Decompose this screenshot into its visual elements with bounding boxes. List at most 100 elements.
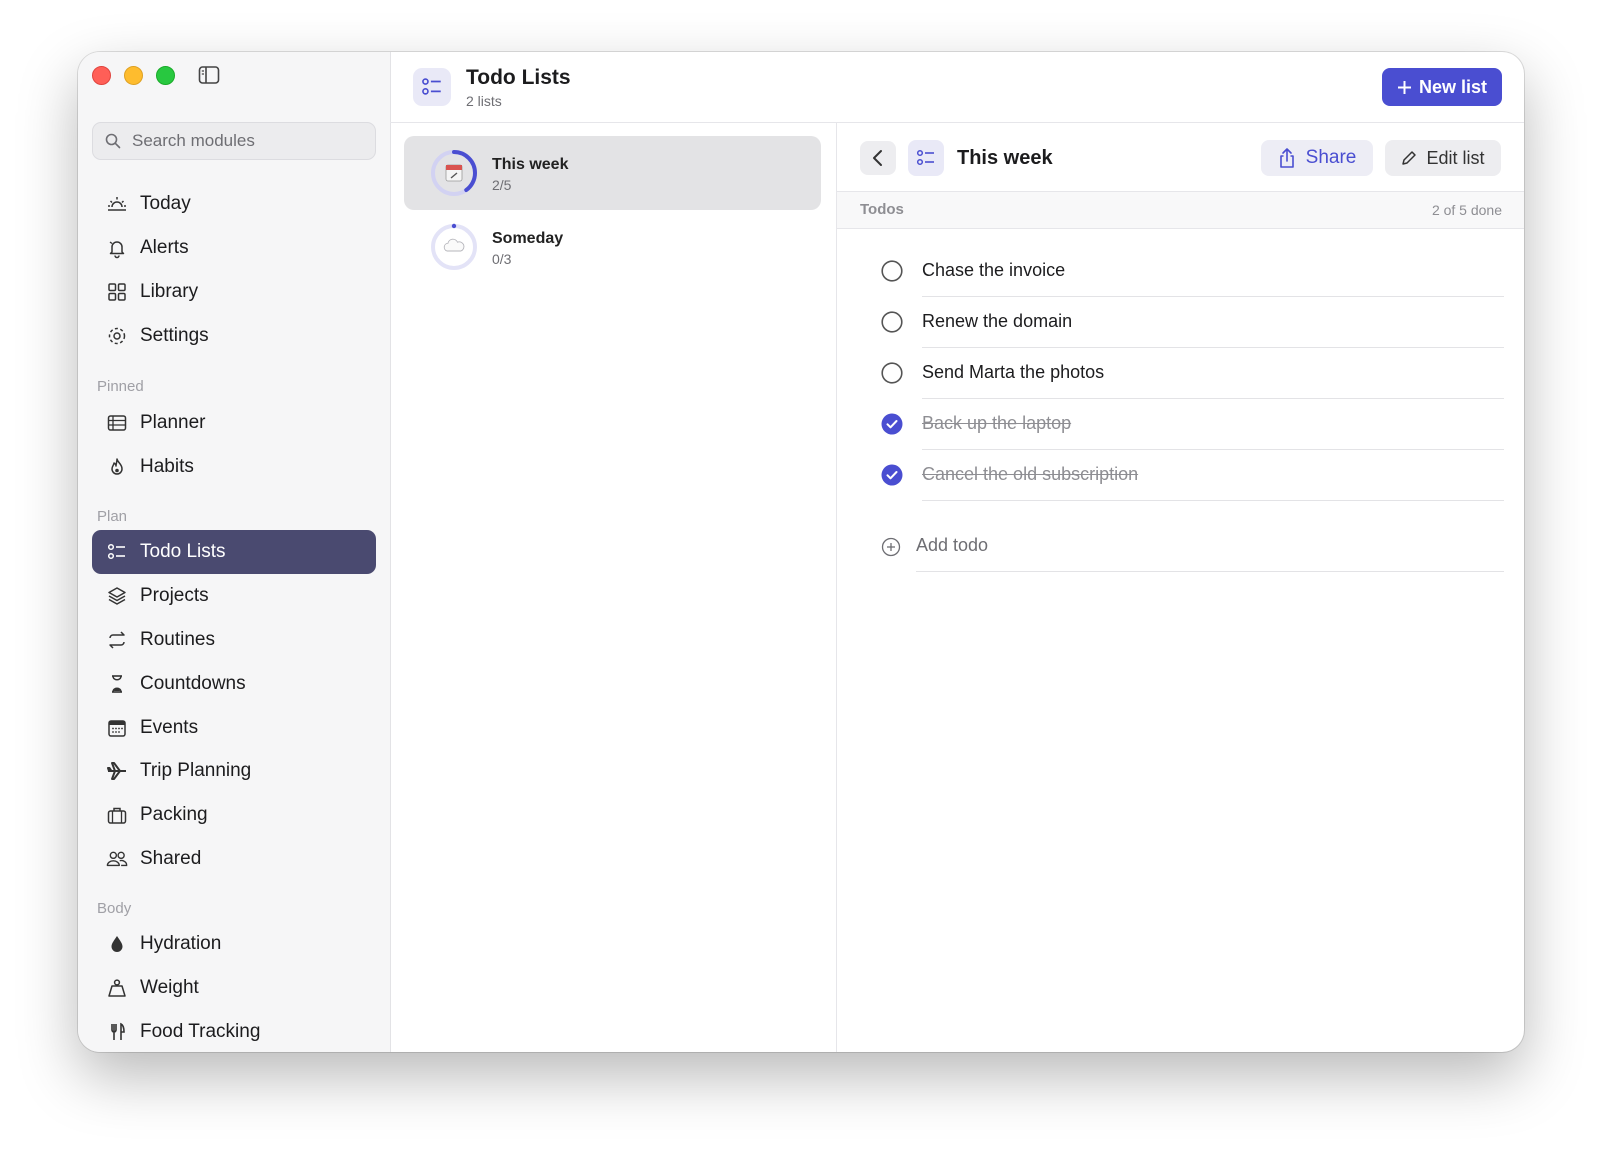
layers-icon xyxy=(106,585,128,607)
sidebar-item-planner[interactable]: Planner xyxy=(92,401,376,445)
todo-text: Cancel the old subscription xyxy=(922,464,1139,484)
sidebar-item-label: Weight xyxy=(140,977,199,998)
share-icon xyxy=(1279,148,1294,168)
sidebar-item-today[interactable]: Today xyxy=(92,182,376,226)
sidebar-item-label: Food Tracking xyxy=(140,1021,261,1042)
section-label-pinned: Pinned xyxy=(97,378,144,395)
sidebar-item-alerts[interactable]: Alerts xyxy=(92,226,376,270)
sidebar-item-label: Alerts xyxy=(140,237,189,258)
calendar-icon xyxy=(445,164,463,182)
chevron-left-icon xyxy=(873,150,882,166)
checked-circle-icon[interactable] xyxy=(881,464,903,486)
sidebar-item-label: Library xyxy=(140,281,199,302)
gear-icon xyxy=(106,325,128,347)
progress-ring xyxy=(431,223,477,270)
todo-item[interactable]: Back up the laptop xyxy=(881,399,1504,450)
todo-item[interactable]: Chase the invoice xyxy=(881,246,1504,297)
list-item-this-week[interactable]: This week 2/5 xyxy=(404,136,821,210)
add-todo-label: Add todo xyxy=(916,535,989,555)
sidebar-item-library[interactable]: Library xyxy=(92,270,376,314)
search-icon xyxy=(105,133,121,149)
suitcase-icon xyxy=(106,804,128,826)
repeat-icon xyxy=(106,629,128,651)
bell-icon xyxy=(106,237,128,259)
page-title: Todo Lists xyxy=(466,66,571,89)
grid-icon xyxy=(106,281,128,303)
todo-text: Back up the laptop xyxy=(922,413,1072,433)
sidebar-item-label: Trip Planning xyxy=(140,760,252,781)
sidebar-item-label: Habits xyxy=(140,456,194,477)
detail-title: This week xyxy=(957,147,1053,169)
share-label: Share xyxy=(1305,147,1357,168)
minimize-window-button[interactable] xyxy=(124,66,143,85)
sidebar-item-label: Routines xyxy=(140,629,215,650)
checked-circle-icon[interactable] xyxy=(881,413,903,435)
todo-text: Send Marta the photos xyxy=(922,362,1105,382)
checklist-icon xyxy=(106,541,128,563)
unchecked-circle-icon[interactable] xyxy=(881,260,903,282)
new-list-button[interactable]: New list xyxy=(1382,68,1502,106)
sidebar-item-trip-planning[interactable]: Trip Planning xyxy=(92,749,376,793)
sidebar-item-label: Projects xyxy=(140,585,209,606)
plus-icon xyxy=(1397,80,1411,94)
unchecked-circle-icon[interactable] xyxy=(881,362,903,384)
zoom-window-button[interactable] xyxy=(156,66,175,85)
search-input[interactable] xyxy=(130,130,364,152)
lists-column: This week 2/5 Someday 0/3 xyxy=(390,123,837,1052)
plus-circle-icon xyxy=(881,537,901,557)
section-label-plan: Plan xyxy=(97,508,128,525)
window-controls xyxy=(92,66,175,85)
sidebar-item-countdowns[interactable]: Countdowns xyxy=(92,662,376,706)
close-window-button[interactable] xyxy=(92,66,111,85)
sidebar-toggle-icon[interactable] xyxy=(198,65,220,85)
list-count: 0/3 xyxy=(492,251,512,267)
calendar-icon xyxy=(106,717,128,739)
sidebar-item-hydration[interactable]: Hydration xyxy=(92,922,376,966)
sidebar-item-packing[interactable]: Packing xyxy=(92,793,376,837)
sidebar-item-projects[interactable]: Projects xyxy=(92,574,376,618)
sidebar-item-settings[interactable]: Settings xyxy=(92,314,376,358)
sidebar-item-label: Todo Lists xyxy=(140,541,226,562)
list-detail: This week Share Edit list Todos 2 of 5 d… xyxy=(837,123,1524,1052)
todo-item[interactable]: Send Marta the photos xyxy=(881,348,1504,399)
checklist-icon xyxy=(908,140,944,176)
share-button[interactable]: Share xyxy=(1261,140,1373,176)
back-button[interactable] xyxy=(860,141,896,175)
todo-item[interactable]: Cancel the old subscription xyxy=(881,450,1504,501)
done-summary: 2 of 5 done xyxy=(1431,202,1502,218)
sidebar-item-label: Today xyxy=(140,193,191,214)
checklist-icon xyxy=(413,68,451,106)
new-list-label: New list xyxy=(1418,76,1488,97)
list-item-someday[interactable]: Someday 0/3 xyxy=(404,210,821,284)
sidebar-item-events[interactable]: Events xyxy=(92,706,376,750)
sidebar-item-food-tracking[interactable]: Food Tracking xyxy=(92,1010,376,1052)
sidebar-item-routines[interactable]: Routines xyxy=(92,618,376,662)
people-icon xyxy=(106,848,128,870)
sidebar-item-label: Planner xyxy=(140,412,206,433)
flame-icon xyxy=(106,456,128,478)
sidebar-item-habits[interactable]: Habits xyxy=(92,445,376,489)
divider xyxy=(922,500,1504,501)
edit-list-button[interactable]: Edit list xyxy=(1385,140,1501,176)
todos-section-header: Todos 2 of 5 done xyxy=(837,192,1524,229)
app-window: Today Alerts Library Settings Pinned Pl xyxy=(78,52,1524,1052)
divider xyxy=(916,571,1504,572)
sidebar-item-todo-lists[interactable]: Todo Lists xyxy=(92,530,376,574)
todo-item[interactable]: Renew the domain xyxy=(881,297,1504,348)
todos-label: Todos xyxy=(860,201,904,218)
unchecked-circle-icon[interactable] xyxy=(881,311,903,333)
add-todo-button[interactable]: Add todo xyxy=(881,522,1504,572)
pencil-icon xyxy=(1402,151,1417,165)
sidebar-item-weight[interactable]: Weight xyxy=(92,966,376,1010)
sidebar-item-label: Countdowns xyxy=(140,673,246,694)
cloud-icon xyxy=(443,238,465,252)
list-count: 2/5 xyxy=(492,177,512,193)
search-field[interactable] xyxy=(92,122,376,160)
sidebar-item-shared[interactable]: Shared xyxy=(92,837,376,881)
todo-text: Chase the invoice xyxy=(922,260,1066,280)
sidebar-item-label: Events xyxy=(140,717,199,738)
fork-knife-icon xyxy=(106,1021,128,1043)
airplane-icon xyxy=(106,760,128,782)
list-name: Someday xyxy=(492,230,564,247)
sidebar-item-label: Shared xyxy=(140,848,202,869)
